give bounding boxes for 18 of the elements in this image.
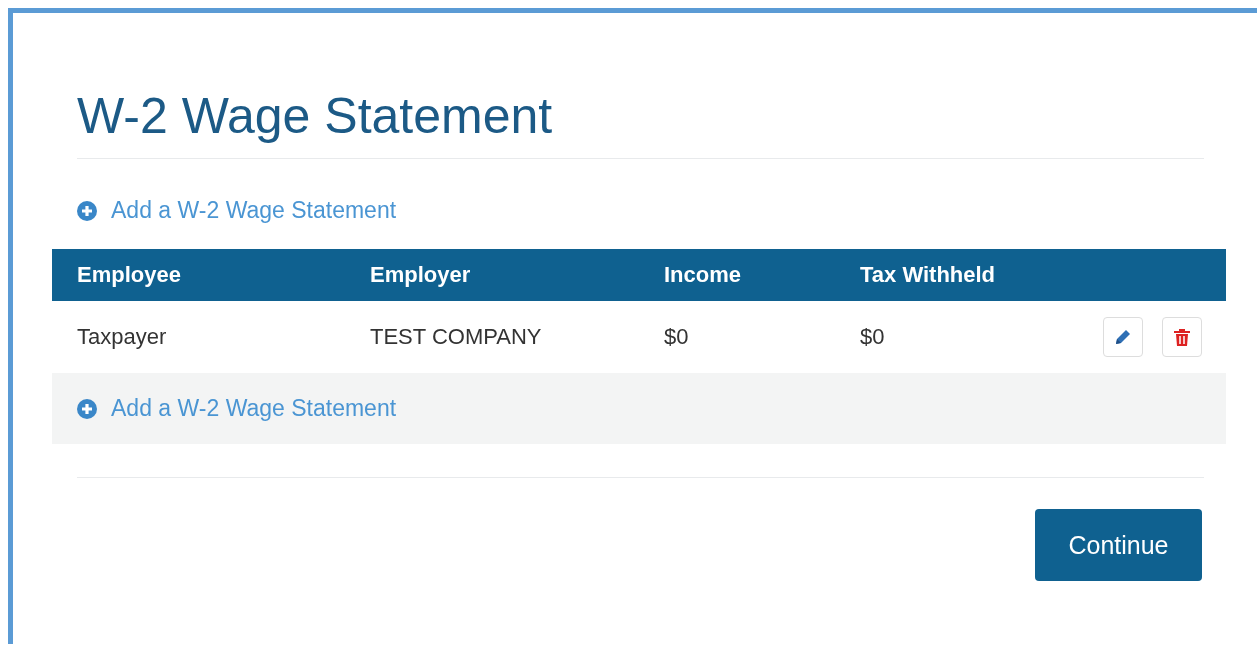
continue-button[interactable]: Continue (1035, 509, 1202, 581)
table-cell-text: $0 (664, 324, 690, 350)
table-cell-text: $0 (860, 324, 886, 350)
table-cell-text: Taxpayer (77, 324, 168, 350)
page-title: W-2 Wage Statement (77, 87, 554, 146)
column-header: Employer (370, 262, 472, 288)
table-cell-text: TEST COMPANY (370, 324, 543, 350)
column-header: Employee (77, 262, 182, 288)
pencil-icon (1113, 327, 1133, 347)
delete-button[interactable] (1162, 317, 1202, 357)
edit-button[interactable] (1103, 317, 1143, 357)
column-header: Income (664, 262, 743, 288)
plus-circle-icon (77, 398, 97, 419)
column-header: Tax Withheld (860, 262, 997, 288)
add-statement-link[interactable]: Add a W-2 Wage Statement (77, 395, 397, 422)
add-statement-link[interactable]: Add a W-2 Wage Statement (77, 197, 397, 224)
plus-circle-icon (77, 200, 97, 221)
trash-icon (1173, 327, 1191, 347)
